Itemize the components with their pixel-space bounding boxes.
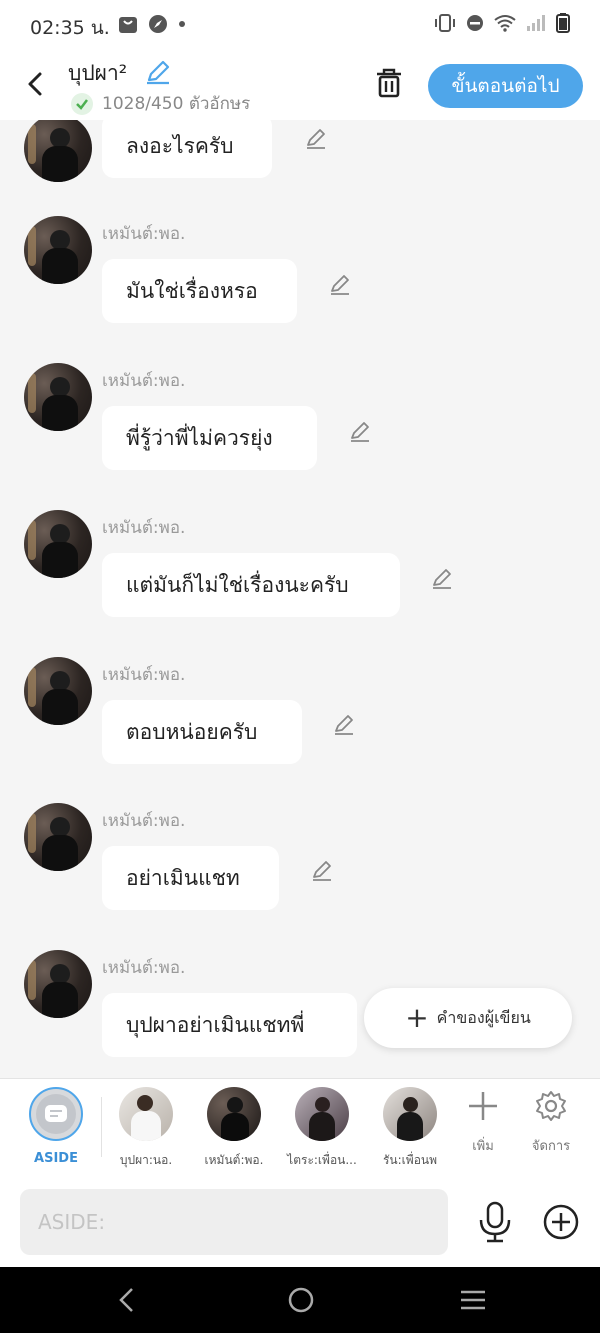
- character-item[interactable]: บุปผา:นอ.: [106, 1087, 186, 1170]
- message-text: ตอบหน่อยครับ: [126, 719, 258, 744]
- character-name: รัน:เพื่อนพ: [382, 1153, 438, 1167]
- status-bar: 02:35 น.: [0, 0, 600, 50]
- edit-message-icon[interactable]: [328, 272, 352, 296]
- avatar: [295, 1087, 349, 1141]
- avatar[interactable]: [24, 803, 92, 871]
- manage-characters-button[interactable]: จัดการ: [516, 1089, 586, 1156]
- microphone-button[interactable]: [476, 1201, 514, 1243]
- character-name: เหมันต์:พอ.: [204, 1153, 264, 1167]
- character-name: ไตระ:เพื่อน...: [287, 1153, 357, 1167]
- avatar[interactable]: [24, 216, 92, 284]
- trash-button[interactable]: [372, 66, 406, 100]
- dnd-icon: [467, 15, 483, 31]
- character-item[interactable]: รัน:เพื่อนพ: [370, 1087, 450, 1170]
- sender-name: เหมันต์:พอ.: [102, 371, 186, 391]
- input-bar: [0, 1179, 600, 1267]
- aside-label: ASIDE: [34, 1151, 78, 1166]
- add-media-button[interactable]: [542, 1203, 580, 1241]
- vibrate-icon: [435, 14, 455, 32]
- message-text: บุปผาอย่าเมินแชทพี่: [126, 1012, 305, 1037]
- message-text: ลงอะไรครับ: [126, 133, 234, 158]
- avatar: [119, 1087, 173, 1141]
- edit-message-icon[interactable]: [430, 566, 454, 590]
- message-text: พี่รู้ว่าพี่ไม่ควรยุ่ง: [126, 425, 273, 450]
- message-text: แต่มันก็ไม่ใช่เรื่องนะครับ: [126, 572, 349, 597]
- character-name: บุปผา:นอ.: [119, 1153, 173, 1167]
- message-text: อย่าเมินแชท: [126, 865, 240, 890]
- story-title: บุปผา²: [68, 61, 128, 85]
- message-bubble[interactable]: บุปผาอย่าเมินแชทพี่: [102, 993, 357, 1057]
- plus-icon: +: [405, 1001, 429, 1034]
- signal-icon: [527, 15, 545, 31]
- system-nav-bar: [0, 1267, 600, 1333]
- avatar[interactable]: [24, 120, 92, 182]
- dot-icon: [179, 21, 185, 27]
- status-time: 02:35 น.: [30, 17, 110, 39]
- avatar: [383, 1087, 437, 1141]
- message-bubble[interactable]: ลงอะไรครับ: [102, 120, 272, 178]
- sender-name: เหมันต์:พอ.: [102, 518, 186, 538]
- avatar[interactable]: [24, 657, 92, 725]
- author-note-button[interactable]: + คำของผู้เขียน: [364, 988, 572, 1048]
- avatar[interactable]: [24, 510, 92, 578]
- char-count-row: 1028/450 ตัวอักษร: [70, 90, 250, 117]
- app-header: บุปผา² 1028/450 ตัวอักษร ขั้นตอนต่อไป: [0, 50, 600, 120]
- message-bubble[interactable]: มันใช่เรื่องหรอ: [102, 259, 297, 323]
- chat-bubble-icon: [45, 1105, 67, 1122]
- avatar[interactable]: [24, 950, 92, 1018]
- character-item[interactable]: ไตระ:เพื่อน...: [282, 1087, 362, 1170]
- manage-label: จัดการ: [531, 1139, 571, 1154]
- edit-message-icon[interactable]: [304, 126, 328, 150]
- nav-home-icon[interactable]: [286, 1285, 316, 1315]
- plus-icon: [469, 1092, 497, 1120]
- sender-name: เหมันต์:พอ.: [102, 811, 186, 831]
- shopping-bag-icon: [119, 17, 137, 33]
- back-button[interactable]: [18, 66, 54, 102]
- gear-icon: [536, 1091, 566, 1121]
- add-character-button[interactable]: เพิ่ม: [448, 1089, 518, 1156]
- message-text: มันใช่เรื่องหรอ: [126, 278, 258, 303]
- sender-name: เหมันต์:พอ.: [102, 224, 186, 244]
- aside-avatar: [29, 1087, 83, 1141]
- sender-name: เหมันต์:พอ.: [102, 958, 186, 978]
- author-note-label: คำของผู้เขียน: [436, 1007, 531, 1027]
- nav-recents-icon[interactable]: [458, 1285, 488, 1315]
- battery-icon: [556, 13, 570, 33]
- character-aside[interactable]: ASIDE: [16, 1087, 96, 1166]
- divider: [101, 1097, 102, 1157]
- compass-icon: [149, 15, 167, 33]
- next-step-button[interactable]: ขั้นตอนต่อไป: [428, 64, 583, 108]
- nav-back-icon[interactable]: [112, 1285, 142, 1315]
- character-item[interactable]: เหมันต์:พอ.: [194, 1087, 274, 1170]
- edit-message-icon[interactable]: [348, 419, 372, 443]
- message-bubble[interactable]: พี่รู้ว่าพี่ไม่ควรยุ่ง: [102, 406, 317, 470]
- add-label: เพิ่ม: [472, 1139, 494, 1154]
- message-bubble[interactable]: แต่มันก็ไม่ใช่เรื่องนะครับ: [102, 553, 400, 617]
- edit-message-icon[interactable]: [332, 712, 356, 736]
- avatar[interactable]: [24, 363, 92, 431]
- sender-name: เหมันต์:พอ.: [102, 665, 186, 685]
- wifi-icon: [494, 15, 516, 32]
- message-bubble[interactable]: ตอบหน่อยครับ: [102, 700, 302, 764]
- character-bar: ASIDE บุปผา:นอ. เหมันต์:พอ. ไตระ:เพื่อน.…: [0, 1078, 600, 1179]
- message-bubble[interactable]: อย่าเมินแชท: [102, 846, 279, 910]
- chat-area[interactable]: ลงอะไรครับ เหมันต์:พอ. มันใช่เรื่องหรอ เ…: [0, 120, 600, 1078]
- check-circle-icon: [71, 92, 93, 115]
- aside-input[interactable]: [20, 1189, 448, 1255]
- char-count: 1028/450 ตัวอักษร: [102, 94, 251, 114]
- edit-title-icon[interactable]: [144, 58, 172, 86]
- edit-message-icon[interactable]: [310, 858, 334, 882]
- avatar: [207, 1087, 261, 1141]
